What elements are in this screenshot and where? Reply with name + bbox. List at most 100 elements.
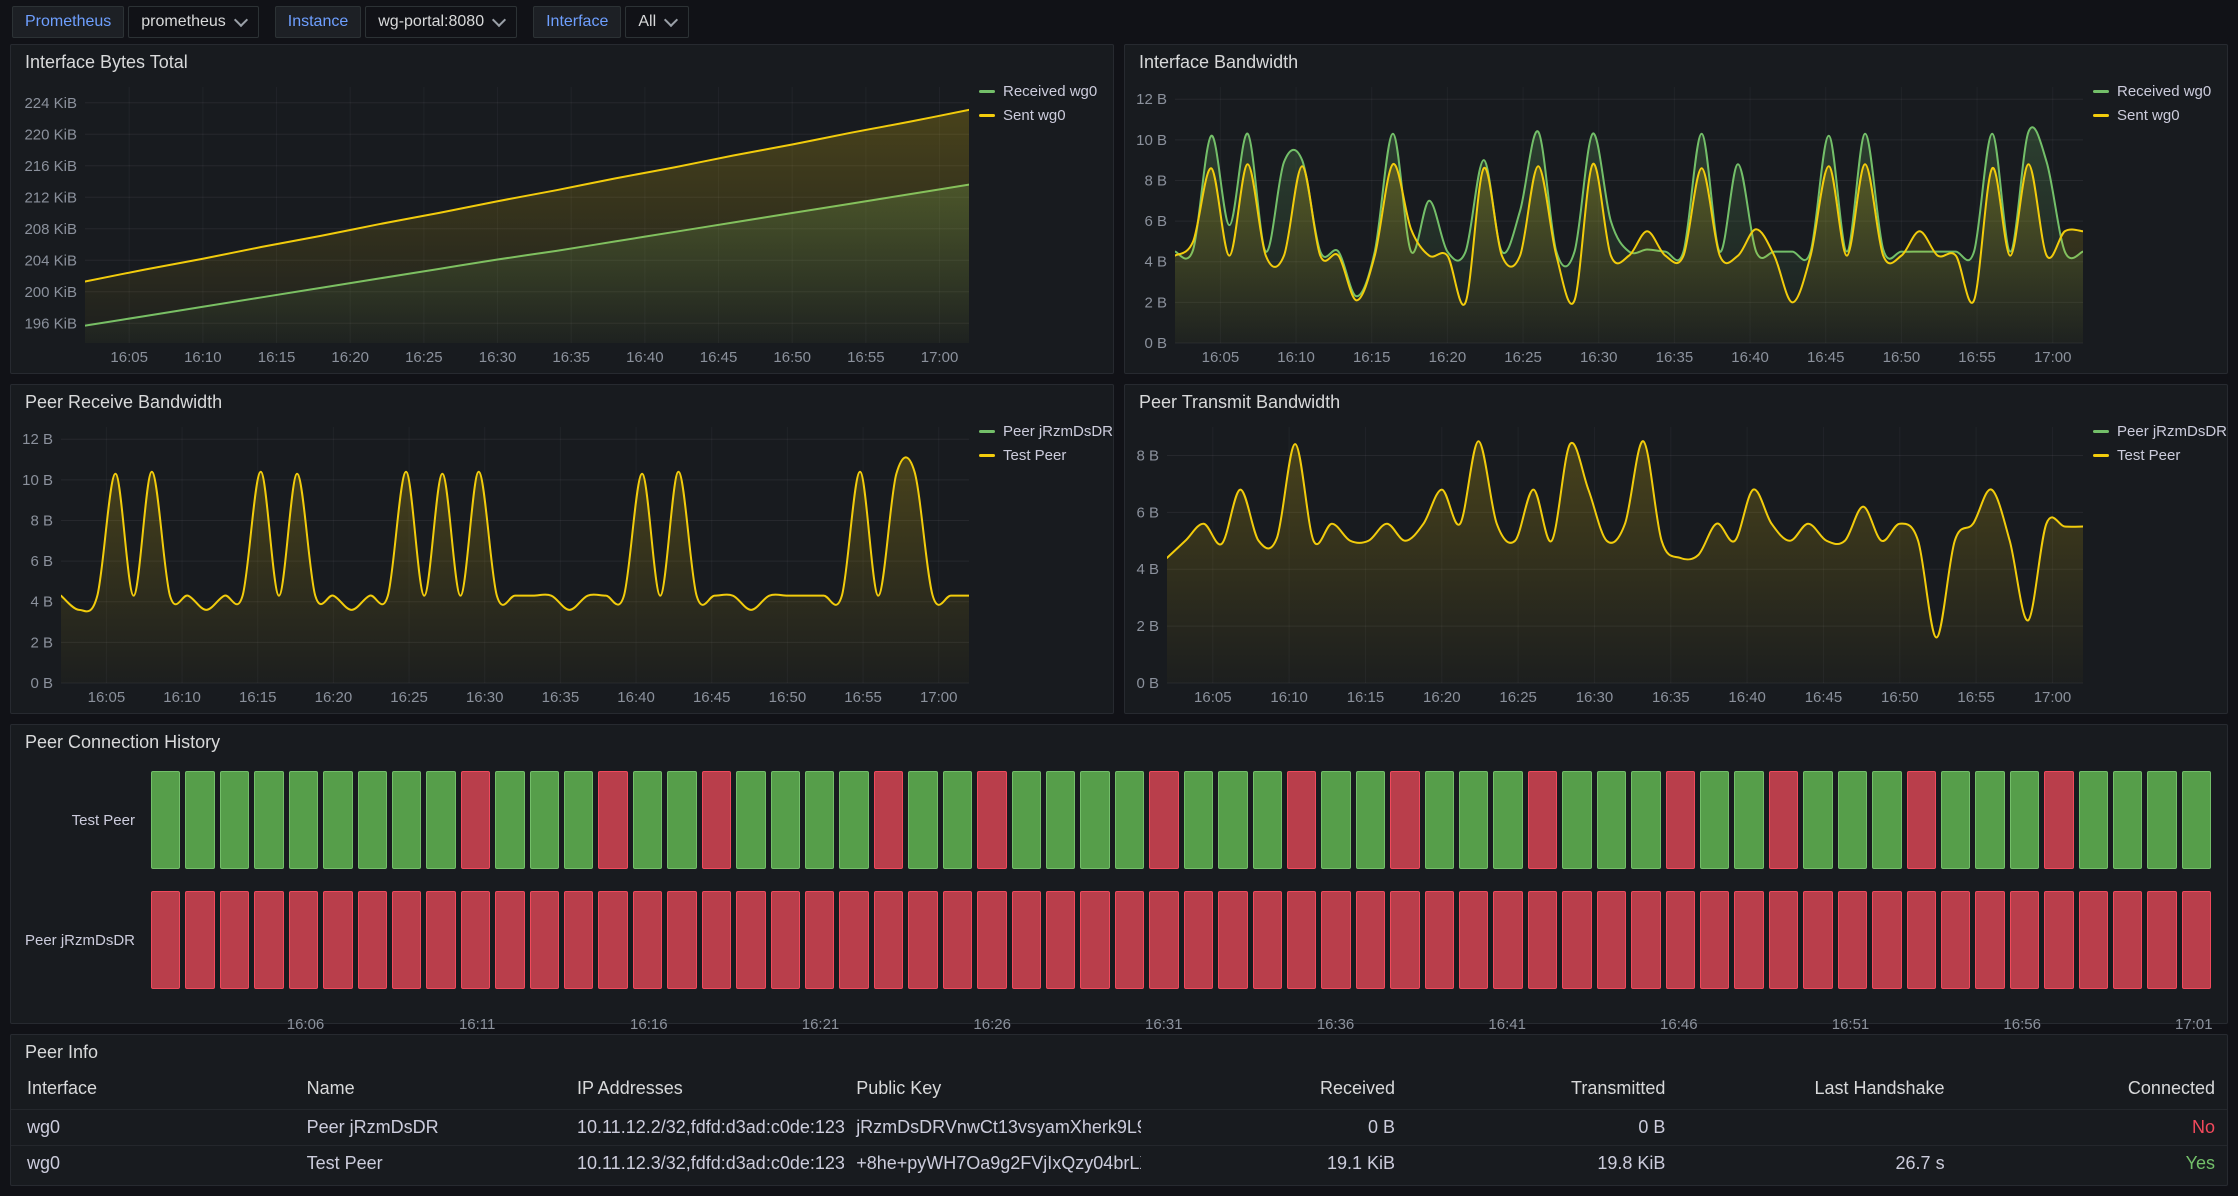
variable-select-prometheus[interactable]: prometheus bbox=[128, 6, 259, 38]
panel-peer-connection-history: Peer Connection History Test PeerPeer jR… bbox=[10, 724, 2228, 1024]
state-bar-connected bbox=[1941, 771, 1970, 869]
svg-text:16:55: 16:55 bbox=[847, 349, 885, 366]
svg-text:16:15: 16:15 bbox=[1347, 689, 1385, 706]
svg-text:16:30: 16:30 bbox=[1580, 349, 1618, 366]
chart-legend: Received wg0 Sent wg0 bbox=[2093, 83, 2219, 124]
state-bar-connected bbox=[1631, 771, 1660, 869]
variable-label-instance[interactable]: Instance bbox=[275, 6, 361, 38]
legend-item[interactable]: Test Peer bbox=[979, 447, 1105, 464]
state-bar-disconnected bbox=[1321, 891, 1350, 989]
svg-text:16:20: 16:20 bbox=[315, 689, 353, 706]
svg-text:196 KiB: 196 KiB bbox=[24, 315, 77, 332]
variable-select-interface[interactable]: All bbox=[625, 6, 689, 38]
panel-title[interactable]: Interface Bytes Total bbox=[25, 52, 188, 73]
state-bar-disconnected bbox=[633, 891, 662, 989]
legend-item[interactable]: Sent wg0 bbox=[979, 107, 1105, 124]
variable-value-interface: All bbox=[638, 13, 656, 31]
column-header-last-handshake[interactable]: Last Handshake bbox=[1677, 1069, 1956, 1109]
svg-text:16:15: 16:15 bbox=[239, 689, 277, 706]
series-color-swatch bbox=[2093, 430, 2109, 433]
legend-item[interactable]: Test Peer bbox=[2093, 447, 2219, 464]
column-header-connected[interactable]: Connected bbox=[1957, 1069, 2227, 1109]
svg-text:6 B: 6 B bbox=[30, 553, 53, 570]
column-header-public-key[interactable]: Public Key bbox=[844, 1069, 1141, 1109]
panel-title[interactable]: Peer Connection History bbox=[25, 732, 220, 753]
svg-text:204 KiB: 204 KiB bbox=[24, 252, 77, 269]
state-bar-disconnected bbox=[771, 891, 800, 989]
legend-item[interactable]: Sent wg0 bbox=[2093, 107, 2219, 124]
legend-item[interactable]: Received wg0 bbox=[2093, 83, 2219, 100]
state-bar-disconnected bbox=[874, 891, 903, 989]
panel-header: Peer Receive Bandwidth bbox=[11, 385, 1113, 419]
svg-text:220 KiB: 220 KiB bbox=[24, 126, 77, 143]
state-bar-disconnected bbox=[943, 891, 972, 989]
state-bar-disconnected bbox=[1666, 891, 1695, 989]
state-bar-connected bbox=[151, 771, 180, 869]
svg-text:16:50: 16:50 bbox=[769, 689, 807, 706]
table-cell: wg0 bbox=[11, 1145, 295, 1181]
peer-connection-history-timeline[interactable]: Test PeerPeer jRzmDsDR16:0616:1116:1616:… bbox=[11, 759, 2227, 1023]
state-bar-disconnected bbox=[1080, 891, 1109, 989]
legend-label: Sent wg0 bbox=[2117, 107, 2180, 124]
state-bar-disconnected bbox=[1907, 891, 1936, 989]
state-bar-disconnected bbox=[1046, 891, 1075, 989]
panel-title[interactable]: Interface Bandwidth bbox=[1139, 52, 1298, 73]
state-bar-connected bbox=[1700, 771, 1729, 869]
state-bar-connected bbox=[1975, 771, 2004, 869]
legend-label: Received wg0 bbox=[2117, 83, 2211, 100]
panel-title[interactable]: Peer Info bbox=[25, 1042, 98, 1063]
state-bar-disconnected bbox=[977, 771, 1006, 869]
legend-item[interactable]: Peer jRzmDsDR bbox=[979, 423, 1105, 440]
svg-text:6 B: 6 B bbox=[1136, 504, 1159, 521]
svg-text:17:00: 17:00 bbox=[920, 689, 958, 706]
state-bar-disconnected bbox=[598, 771, 627, 869]
state-bar-disconnected bbox=[1115, 891, 1144, 989]
state-bar-disconnected bbox=[702, 771, 731, 869]
state-bar-connected bbox=[2147, 771, 2176, 869]
timeline-lane-label: Peer jRzmDsDR bbox=[11, 891, 151, 989]
column-header-interface[interactable]: Interface bbox=[11, 1069, 295, 1109]
table-cell: 10.11.12.2/32,fdfd:d3ad:c0de:1234::1/128 bbox=[565, 1109, 844, 1145]
legend-label: Sent wg0 bbox=[1003, 107, 1066, 124]
state-bar-disconnected bbox=[977, 891, 1006, 989]
interface-bandwidth-chart[interactable]: 0 B2 B4 B6 B8 B10 B12 B16:0516:1016:1516… bbox=[1129, 79, 2219, 369]
svg-text:16:40: 16:40 bbox=[626, 349, 664, 366]
state-bar-disconnected bbox=[1390, 891, 1419, 989]
state-bar-connected bbox=[2079, 771, 2108, 869]
column-header-ip-addresses[interactable]: IP Addresses bbox=[565, 1069, 844, 1109]
peer-info-table: InterfaceNameIP AddressesPublic KeyRecei… bbox=[11, 1069, 2227, 1181]
svg-text:16:30: 16:30 bbox=[479, 349, 517, 366]
variable-label-prometheus[interactable]: Prometheus bbox=[12, 6, 124, 38]
legend-item[interactable]: Received wg0 bbox=[979, 83, 1105, 100]
series-color-swatch bbox=[2093, 114, 2109, 117]
state-bar-connected bbox=[2182, 771, 2211, 869]
table-cell: 19.1 KiB bbox=[1141, 1145, 1407, 1181]
svg-text:16:10: 16:10 bbox=[184, 349, 222, 366]
timeline-bars bbox=[151, 771, 2211, 869]
legend-item[interactable]: Peer jRzmDsDR bbox=[2093, 423, 2219, 440]
series-color-swatch bbox=[979, 454, 995, 457]
panel-grid: Interface Bytes Total 196 KiB200 KiB204 … bbox=[0, 44, 2238, 1196]
peer-receive-bandwidth-chart[interactable]: 0 B2 B4 B6 B8 B10 B12 B16:0516:1016:1516… bbox=[15, 419, 1105, 709]
svg-text:16:25: 16:25 bbox=[1499, 689, 1537, 706]
svg-text:16:50: 16:50 bbox=[1883, 349, 1921, 366]
state-bar-disconnected bbox=[426, 891, 455, 989]
variable-select-instance[interactable]: wg-portal:8080 bbox=[365, 6, 517, 38]
state-bar-connected bbox=[1218, 771, 1247, 869]
chart-legend: Peer jRzmDsDR Test Peer bbox=[2093, 423, 2219, 464]
column-header-transmitted[interactable]: Transmitted bbox=[1407, 1069, 1677, 1109]
column-header-name[interactable]: Name bbox=[295, 1069, 565, 1109]
timeline-bars bbox=[151, 891, 2211, 989]
interface-bytes-total-chart[interactable]: 196 KiB200 KiB204 KiB208 KiB212 KiB216 K… bbox=[15, 79, 1105, 369]
panel-title[interactable]: Peer Transmit Bandwidth bbox=[1139, 392, 1340, 413]
table-cell: +8he+pyWH7Oa9g2FVjIxQzy04brLX+D bbox=[844, 1145, 1141, 1181]
state-bar-connected bbox=[943, 771, 972, 869]
column-header-received[interactable]: Received bbox=[1141, 1069, 1407, 1109]
state-bar-disconnected bbox=[1769, 891, 1798, 989]
peer-transmit-bandwidth-chart[interactable]: 0 B2 B4 B6 B8 B16:0516:1016:1516:2016:25… bbox=[1129, 419, 2219, 709]
svg-text:2 B: 2 B bbox=[1144, 294, 1167, 311]
svg-text:0 B: 0 B bbox=[1144, 335, 1167, 352]
variable-label-interface[interactable]: Interface bbox=[533, 6, 621, 38]
svg-text:16:20: 16:20 bbox=[1423, 689, 1461, 706]
panel-title[interactable]: Peer Receive Bandwidth bbox=[25, 392, 222, 413]
